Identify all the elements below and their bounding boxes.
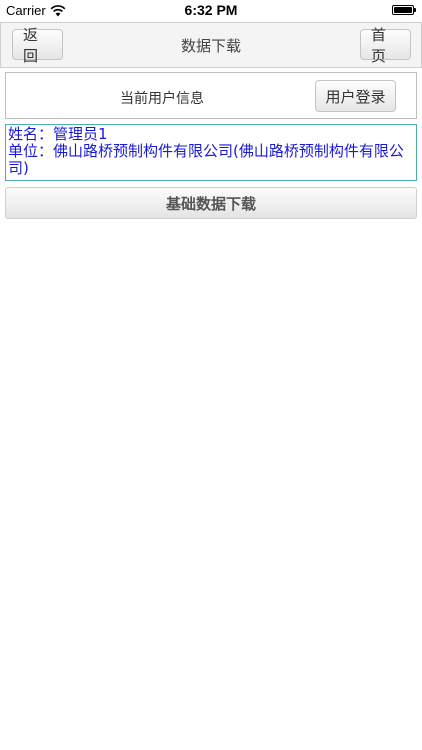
- user-name-text: 姓名：管理员1: [8, 125, 108, 143]
- status-bar: Carrier 6:32 PM: [0, 0, 422, 22]
- navbar: 返回 数据下载 首页: [0, 22, 422, 68]
- status-time: 6:32 PM: [184, 2, 238, 18]
- battery-icon: [392, 5, 416, 15]
- current-user-label: 当前用户信息: [120, 91, 204, 107]
- current-user-panel: 当前用户信息 用户登录: [5, 72, 417, 119]
- user-login-button[interactable]: 用户登录: [315, 80, 396, 112]
- user-unit-text: 单位：佛山路桥预制构件有限公司(佛山路桥预制构件有限公司): [8, 142, 404, 177]
- user-info-box: 姓名：管理员1 单位：佛山路桥预制构件有限公司(佛山路桥预制构件有限公司): [5, 124, 417, 181]
- page-title: 数据下载: [180, 37, 241, 55]
- base-data-download-button[interactable]: 基础数据下载: [5, 187, 417, 219]
- home-button[interactable]: 首页: [360, 26, 411, 65]
